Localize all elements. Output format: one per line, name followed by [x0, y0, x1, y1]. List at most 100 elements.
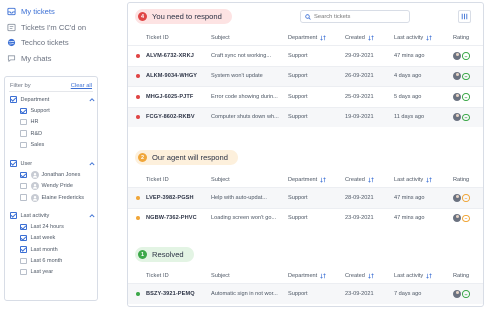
search-icon [305, 13, 311, 20]
col-rating[interactable]: Rating [453, 173, 483, 187]
filter-option-last-24-hours[interactable]: Last 24 hours [10, 221, 96, 232]
filter-option-wendy[interactable]: Wendy Pride [10, 181, 96, 192]
checkbox[interactable] [20, 141, 27, 149]
checkbox[interactable] [20, 107, 27, 115]
col-subject[interactable]: Subject [211, 31, 286, 45]
filter-department-toggle[interactable]: Department [10, 94, 96, 105]
clear-all-link[interactable]: Clear all [71, 83, 92, 89]
col-last-activity[interactable]: Last activity [394, 269, 452, 283]
col-rating[interactable]: Rating [453, 269, 483, 283]
table-row[interactable]: BSZY-3921-PEMQ Automatic sign in not wor… [128, 283, 483, 304]
table-row[interactable]: MHGJ-6025-PJTF Error code showing durin.… [128, 86, 483, 107]
checkbox[interactable] [20, 118, 27, 126]
table-row[interactable]: ALKM-9034-WHGY System won't update Suppo… [128, 65, 483, 87]
ticket-subject: Automatic sign in not wor... [211, 290, 278, 297]
ticket-department: Support [288, 194, 308, 201]
col-ticket-id[interactable]: Ticket ID [146, 269, 208, 283]
ticket-subject: Craft sync not working... [211, 52, 271, 59]
checkbox[interactable] [20, 223, 27, 231]
nav-my-tickets[interactable]: My tickets [6, 4, 100, 20]
sort-icon[interactable] [368, 177, 374, 183]
nav-cc-tickets[interactable]: Tickets I'm CC'd on [6, 20, 100, 36]
search-box[interactable] [300, 10, 410, 23]
table-row[interactable]: ALVM-6732-XRKJ Craft sync not working...… [128, 45, 483, 66]
table-row[interactable]: LVEP-3982-PGSH Help with auto-updat... S… [128, 187, 483, 208]
col-ticket-id[interactable]: Ticket ID [146, 173, 208, 187]
column-view-button[interactable] [458, 10, 471, 23]
filter-option-elaine[interactable]: Elaine Fredericks [10, 192, 96, 203]
filter-option-last-6-month[interactable]: Last 6 month [10, 255, 96, 266]
checkbox[interactable] [20, 182, 27, 190]
checkbox[interactable] [20, 257, 27, 265]
filter-last-activity-toggle[interactable]: Last activity [10, 210, 96, 221]
filter-option-last-month[interactable]: Last month [10, 244, 96, 255]
agent-avatar [453, 72, 461, 81]
filter-user-toggle[interactable]: User [10, 158, 96, 169]
ticket-id[interactable]: MHGJ-6025-PJTF [146, 87, 208, 107]
nav-my-chats[interactable]: My chats [6, 51, 100, 67]
option-label: Support [30, 107, 50, 114]
table-row[interactable]: NGBW-7362-PHVC Loading screen won't go..… [128, 207, 483, 229]
checkbox[interactable] [20, 130, 27, 137]
ticket-id[interactable]: FCGY-8602-RKBV [146, 108, 208, 128]
filter-option-sales[interactable]: Sales [10, 139, 96, 150]
checkbox[interactable] [20, 268, 27, 276]
filter-option-last-year[interactable]: Last year [10, 266, 96, 277]
filter-option-hr[interactable]: HR [10, 117, 96, 128]
col-created[interactable]: Created [345, 31, 393, 45]
col-ticket-id[interactable]: Ticket ID [146, 31, 208, 45]
ticket-created: 26-09-2021 [345, 73, 374, 80]
ticket-id[interactable]: ALVM-6732-XRKJ [146, 46, 208, 66]
ticket-id[interactable]: ALKM-9034-WHGY [146, 67, 208, 87]
col-subject[interactable]: Subject [211, 269, 286, 283]
last-activity-checkbox[interactable] [10, 212, 17, 219]
search-input[interactable] [314, 13, 404, 20]
sort-icon[interactable] [320, 273, 326, 279]
col-created[interactable]: Created [345, 269, 393, 283]
filter-option-last-week[interactable]: Last week [10, 233, 96, 244]
ticket-id[interactable]: NGBW-7362-PHVC [146, 209, 208, 229]
filter-option-support[interactable]: Support [10, 105, 96, 116]
nav-techco-tickets[interactable]: Techco tickets [6, 35, 100, 51]
rating [453, 67, 483, 87]
checkbox[interactable] [20, 171, 27, 179]
sort-icon[interactable] [426, 35, 432, 41]
neutral-face-icon [462, 194, 470, 202]
sort-icon[interactable] [320, 35, 326, 41]
table-row[interactable]: FCGY-8602-RKBV Computer shuts down wh...… [128, 106, 483, 128]
col-subject[interactable]: Subject [211, 173, 286, 187]
sort-icon[interactable] [426, 273, 432, 279]
ticket-department: Support [288, 215, 308, 222]
filter-option-rnd[interactable]: R&D [10, 128, 96, 139]
option-label: Last 6 month [30, 257, 63, 264]
checkbox[interactable] [20, 246, 27, 253]
rating [453, 108, 483, 128]
col-created[interactable]: Created [345, 173, 393, 187]
table-header: Ticket ID Subject Department Created Las… [128, 269, 483, 283]
ticket-id[interactable]: LVEP-3982-PGSH [146, 188, 208, 208]
checkbox[interactable] [20, 234, 27, 242]
option-label: Last 24 hours [30, 223, 64, 230]
ticket-last-activity: 11 days ago [394, 114, 425, 121]
filter-option-jonathan[interactable]: Jonathan Jones [10, 169, 96, 180]
sort-icon[interactable] [368, 35, 374, 41]
nav-label: My tickets [21, 7, 55, 17]
chevron-up-icon[interactable] [89, 161, 95, 167]
col-last-activity[interactable]: Last activity [394, 173, 452, 187]
col-department[interactable]: Department [288, 269, 346, 283]
col-rating[interactable]: Rating [453, 31, 483, 45]
department-checkbox[interactable] [10, 96, 17, 103]
chevron-up-icon[interactable] [89, 213, 95, 219]
checkbox[interactable] [20, 194, 27, 201]
col-department[interactable]: Department [288, 31, 346, 45]
agent-avatar [453, 51, 461, 60]
col-last-activity[interactable]: Last activity [394, 31, 452, 45]
sort-icon[interactable] [320, 177, 326, 183]
user-checkbox[interactable] [10, 160, 17, 167]
sort-icon[interactable] [368, 273, 374, 279]
ticket-id[interactable]: BSZY-3921-PEMQ [146, 284, 208, 304]
ticket-created: 28-09-2021 [345, 194, 374, 201]
chevron-up-icon[interactable] [89, 97, 95, 103]
sort-icon[interactable] [426, 177, 432, 183]
col-department[interactable]: Department [288, 173, 346, 187]
